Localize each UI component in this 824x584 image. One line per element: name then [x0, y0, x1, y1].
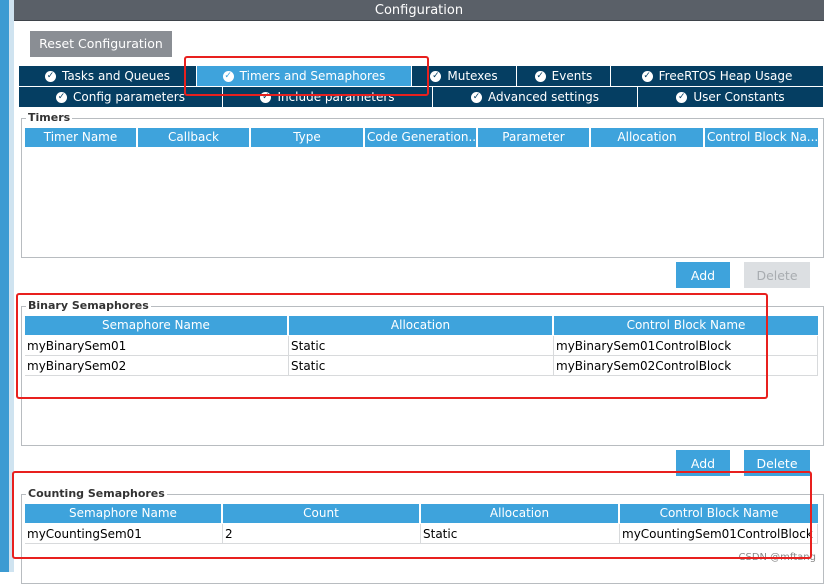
check-circle-icon: ✓	[471, 91, 483, 103]
binary-col-control-block-name[interactable]: Control Block Name	[554, 316, 818, 335]
table-row[interactable]: myBinarySem01 Static myBinarySem01Contro…	[25, 336, 818, 356]
control-block-cell: myBinarySem02ControlBlock	[554, 356, 818, 376]
check-circle-icon: ✓	[430, 70, 442, 82]
binary-add-button[interactable]: Add	[676, 450, 730, 476]
tab-label: Tasks and Queues	[61, 69, 171, 83]
check-circle-icon: ✓	[641, 70, 653, 82]
control-block-cell: myBinarySem01ControlBlock	[554, 336, 818, 356]
check-circle-icon: ✓	[676, 91, 688, 103]
tab-label: User Constants	[693, 90, 785, 104]
semaphore-name-cell: myBinarySem01	[25, 336, 289, 356]
check-circle-icon: ✓	[56, 91, 68, 103]
table-row[interactable]: myCountingSem01 2 Static myCountingSem01…	[25, 524, 818, 544]
timers-col-callback[interactable]: Callback	[138, 128, 251, 147]
tab-row-1: ✓ Tasks and Queues ✓ Timers and Semaphor…	[19, 66, 824, 87]
tab-config-parameters[interactable]: ✓ Config parameters	[19, 87, 223, 108]
tab-label: Mutexes	[447, 69, 498, 83]
timers-table-header: Timer Name Callback Type Code Generation…	[25, 128, 818, 147]
tab-user-constants[interactable]: ✓ User Constants	[638, 87, 824, 108]
timers-col-control-block[interactable]: Control Block Na...	[705, 128, 818, 147]
tab-label: Events	[551, 69, 593, 83]
table-row[interactable]: myBinarySem02 Static myBinarySem02Contro…	[25, 356, 818, 376]
semaphore-name-cell: myBinarySem02	[25, 356, 289, 376]
timers-col-allocation[interactable]: Allocation	[591, 128, 705, 147]
counting-col-allocation[interactable]: Allocation	[421, 504, 620, 523]
control-block-cell: myCountingSem01ControlBlock	[620, 524, 818, 544]
timers-col-parameter[interactable]: Parameter	[478, 128, 591, 147]
timers-delete-button[interactable]: Delete	[744, 262, 810, 288]
tab-label: FreeRTOS Heap Usage	[658, 69, 793, 83]
timers-col-type[interactable]: Type	[251, 128, 365, 147]
binary-col-allocation[interactable]: Allocation	[289, 316, 554, 335]
tab-row-2: ✓ Config parameters ✓ Include parameters…	[19, 87, 824, 108]
timers-add-button[interactable]: Add	[676, 262, 730, 288]
check-circle-icon: ✓	[260, 91, 272, 103]
allocation-cell: Static	[289, 336, 554, 356]
tab-events[interactable]: ✓ Events	[517, 66, 611, 87]
tab-label: Advanced settings	[488, 90, 599, 104]
configuration-panel: Configuration Reset Configuration ✓ Task…	[14, 0, 824, 584]
tab-label: Config parameters	[73, 90, 185, 104]
window-title: Configuration	[14, 0, 824, 21]
tab-advanced-settings[interactable]: ✓ Advanced settings	[433, 87, 638, 108]
binary-semaphores-legend: Binary Semaphores	[26, 299, 151, 312]
counting-col-semaphore-name[interactable]: Semaphore Name	[25, 504, 223, 523]
binary-table-header: Semaphore Name Allocation Control Block …	[25, 316, 818, 335]
count-cell: 2	[223, 524, 421, 544]
watermark: CSDN @mftang	[738, 552, 816, 563]
counting-semaphores-legend: Counting Semaphores	[26, 487, 167, 500]
binary-col-semaphore-name[interactable]: Semaphore Name	[25, 316, 289, 335]
binary-delete-button[interactable]: Delete	[744, 450, 810, 476]
timers-legend: Timers	[26, 111, 73, 124]
tab-mutexes[interactable]: ✓ Mutexes	[412, 66, 517, 87]
timers-col-code-generation[interactable]: Code Generation...	[365, 128, 478, 147]
tab-include-parameters[interactable]: ✓ Include parameters	[223, 87, 433, 108]
counting-table-header: Semaphore Name Count Allocation Control …	[25, 504, 818, 523]
allocation-cell: Static	[289, 356, 554, 376]
tab-freertos-heap-usage[interactable]: ✓ FreeRTOS Heap Usage	[611, 66, 824, 87]
reset-configuration-button[interactable]: Reset Configuration	[30, 31, 172, 57]
check-circle-icon: ✓	[44, 70, 56, 82]
check-circle-icon: ✓	[222, 70, 234, 82]
semaphore-name-cell: myCountingSem01	[25, 524, 223, 544]
allocation-cell: Static	[421, 524, 620, 544]
tab-label: Include parameters	[277, 90, 395, 104]
check-circle-icon: ✓	[534, 70, 546, 82]
tab-tasks-and-queues[interactable]: ✓ Tasks and Queues	[19, 66, 197, 87]
counting-col-control-block-name[interactable]: Control Block Name	[620, 504, 818, 523]
tab-label: Timers and Semaphores	[239, 69, 386, 83]
tab-timers-and-semaphores[interactable]: ✓ Timers and Semaphores	[197, 66, 412, 87]
timers-col-timer-name[interactable]: Timer Name	[25, 128, 138, 147]
left-panel-edge	[0, 0, 14, 572]
counting-col-count[interactable]: Count	[223, 504, 421, 523]
